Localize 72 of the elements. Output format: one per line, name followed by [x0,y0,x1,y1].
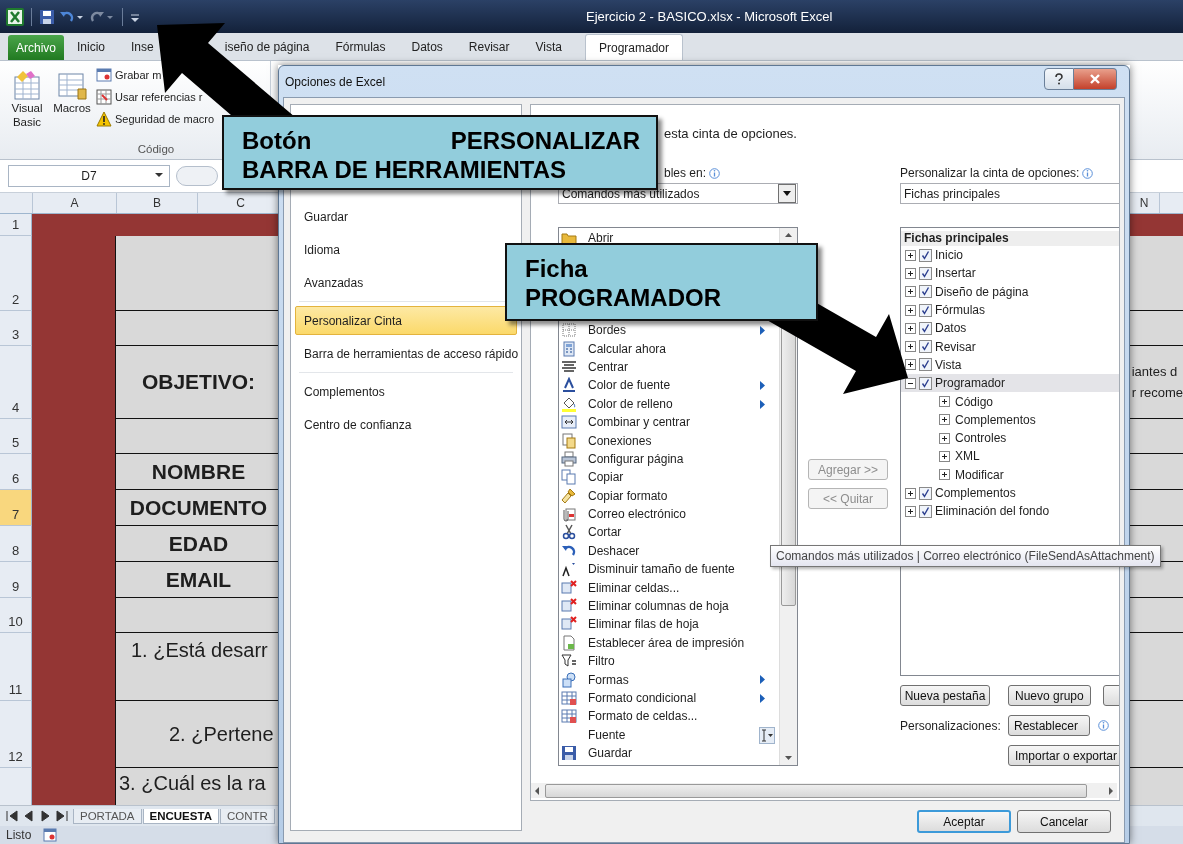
command-label: Formas [588,672,629,687]
cell-text: DOCUMENTO [128,494,269,521]
tree-label: XML [955,449,980,464]
command-label: Eliminar celdas... [588,580,680,595]
window-title: Ejercicio 2 - BASICO.xlsx - Microsoft Excel [586,9,833,24]
tree-label: Diseño de página [935,284,1029,299]
command-label: Combinar y centrar [588,415,691,430]
command-label: Color de fuente [588,378,671,393]
button-label: Seguridad de macro [115,113,215,125]
cell-text: NOMBRE [150,458,247,485]
button-label: Macros [53,101,91,115]
tree-label: Datos [935,321,967,336]
command-label: Filtro [588,654,615,669]
tree-label: Modificar [955,467,1004,482]
command-label: Correo electrónico [588,507,687,522]
tree-label: Revisar [935,339,976,354]
command-label: Disminuir tamaño de fuente [588,562,735,577]
command-label: Deshacer [588,543,640,558]
command-label: Conexiones [588,433,652,448]
command-label: Calcular ahora [588,341,667,356]
tree-label: Eliminación del fondo [935,504,1050,519]
command-label: Color de relleno [588,396,673,411]
command-label: Copiar [588,470,624,485]
tree-label: Programador [935,376,1006,391]
cell-text: r recome [1131,385,1183,400]
tree-label: Controles [955,431,1007,446]
group-label: Código [136,143,176,157]
tree-label: Fórmulas [935,303,985,318]
tree-label: Insertar [935,266,976,281]
field-label: bles en: [664,166,707,180]
command-label: Centrar [588,359,628,374]
cell-reference: D7 [81,169,97,183]
command-label: Copiar formato [588,488,668,503]
callout-text: BARRA DE HERRAMIENTAS [242,155,566,184]
tree-header: Fichas principales [901,231,1119,246]
status-text: Listo [6,828,32,842]
button-label: Grabar m [115,69,162,81]
command-label: Eliminar columnas de hoja [588,599,729,614]
cell-text: 2. ¿Pertene [168,721,275,747]
button-label: Usar referencias r [115,91,203,103]
command-label: Configurar página [588,451,684,466]
cell-text: OBJETIVO: [140,369,257,395]
field-label: Personalizar la cinta de opciones: [900,166,1080,180]
tree-label: Complementos [955,412,1036,427]
dialog-title: Opciones de Excel [285,74,386,89]
cell-text: EMAIL [164,566,233,593]
cell-text: EDAD [167,530,230,557]
command-label: Establecer área de impresión [588,635,745,650]
tree-label: Inicio [935,248,963,263]
callout-text: PROGRAMADOR [525,283,721,312]
command-label: Bordes [588,323,627,338]
callout-text: PERSONALIZAR [450,126,640,155]
callout-text: Ficha [525,254,588,283]
tree-label: Vista [935,357,962,372]
field-label: Personalizaciones: [900,718,1000,733]
command-label: Formato condicional [588,691,697,705]
tree-label: Complementos [935,486,1016,500]
command-label: Fuente [588,727,626,742]
cell-text: 1. ¿Está desarr [130,638,269,663]
dropdown-value: Fichas principales [904,186,1001,201]
tooltip: Comandos más utilizados | Correo electrónico (FileSendAsAttachment) [770,545,1161,567]
tree-label: Código [955,394,994,409]
command-label: Cortar [588,525,622,540]
cell-text: 3. ¿Cuál es la ra [118,771,267,796]
command-label: Formato de celdas... [588,709,698,724]
command-label: Abrir [588,231,614,246]
cell-text: iantes d [1131,364,1179,379]
dropdown-value: Comandos más utilizados [562,186,700,201]
button-label: Visual Basic [10,101,44,129]
command-label: Eliminar filas de hoja [588,617,699,632]
command-label: Guardar [588,746,633,761]
callout-text: Botón [242,126,312,155]
